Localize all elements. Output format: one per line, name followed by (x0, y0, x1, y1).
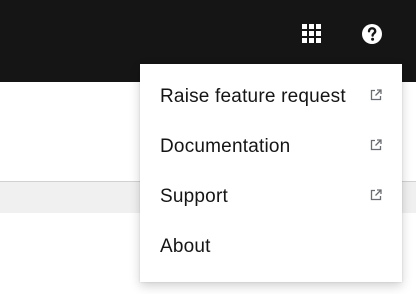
question-circle-icon (362, 24, 382, 44)
help-dropdown-menu: Raise feature request Documentation Supp… (140, 64, 402, 282)
external-link-icon (370, 89, 382, 101)
menu-item-about[interactable]: About (140, 222, 402, 272)
menu-item-raise-feature-request[interactable]: Raise feature request (140, 72, 402, 122)
menu-item-label: Documentation (160, 136, 291, 157)
external-link-icon (370, 139, 382, 151)
help-button[interactable] (358, 20, 386, 48)
menu-item-support[interactable]: Support (140, 172, 402, 222)
menu-item-label: Support (160, 186, 228, 207)
menu-item-label: About (160, 236, 211, 257)
menu-item-label: Raise feature request (160, 86, 346, 107)
external-link-icon (370, 189, 382, 201)
application-launcher-button[interactable] (298, 20, 326, 48)
menu-item-documentation[interactable]: Documentation (140, 122, 402, 172)
grid-apps-icon (302, 24, 321, 43)
